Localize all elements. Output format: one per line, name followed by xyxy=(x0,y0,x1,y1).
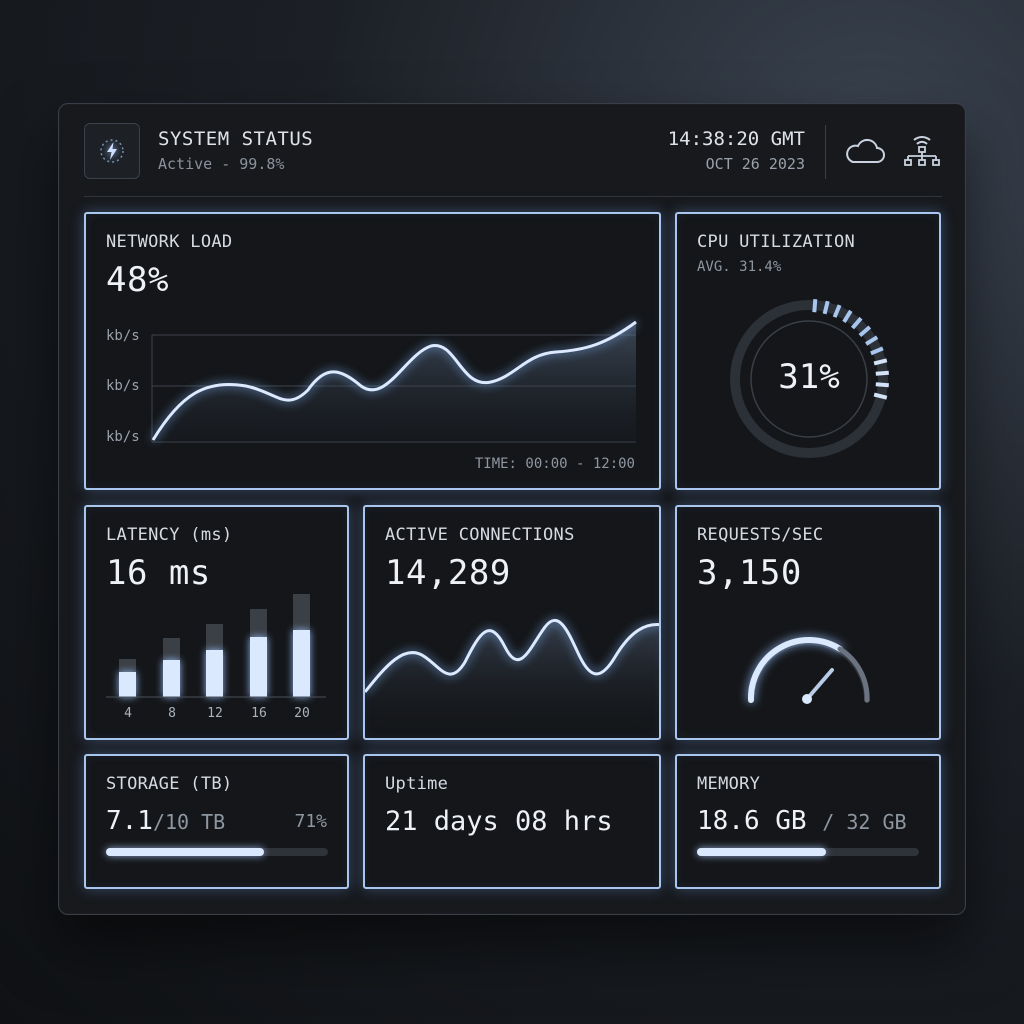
network-load-area xyxy=(153,322,636,442)
cpu-value: 31% xyxy=(778,357,840,397)
bar xyxy=(206,650,223,697)
memory-total: / 32 GB xyxy=(822,810,907,834)
gauge-hub xyxy=(802,694,812,704)
gauge-tick xyxy=(812,299,818,313)
connections-area xyxy=(365,620,659,738)
header-rule xyxy=(84,196,942,197)
bar xyxy=(119,672,136,697)
bar-label: 4 xyxy=(124,706,132,721)
memory-progress-fill xyxy=(697,848,826,856)
status-subtitle: Active - 99.8% xyxy=(158,155,285,173)
network-load-card[interactable]: NETWORK LOAD 48% kb/s kb/s kb/s TIME: 00… xyxy=(84,212,661,490)
bar xyxy=(250,637,267,697)
requests-card[interactable]: REQUESTS/SEC 3,150 xyxy=(675,505,941,740)
gauge-track xyxy=(748,639,870,703)
storage-progress-track xyxy=(106,848,328,856)
connections-chart xyxy=(365,618,659,738)
latency-card[interactable]: LATENCY (ms) 16 ms 4 8 12 16 20 xyxy=(84,505,349,740)
gauge-fill xyxy=(747,637,843,703)
bar-label: 8 xyxy=(168,706,176,721)
storage-total: /10 TB xyxy=(152,810,226,834)
memory-used: 18.6 GB xyxy=(697,806,807,836)
bar-label: 12 xyxy=(207,706,223,721)
bolt-icon xyxy=(100,139,124,163)
network-load-chart xyxy=(151,320,637,443)
memory-card[interactable]: MEMORY 18.6 GB / 32 GB xyxy=(675,754,941,889)
cpu-gauge xyxy=(730,299,889,458)
storage-percent: 71% xyxy=(294,811,327,832)
time-range-label: TIME: 00:00 - 12:00 xyxy=(474,456,635,472)
card-label: Uptime xyxy=(385,774,449,794)
cloud-icon[interactable] xyxy=(843,136,887,166)
bar-label: 20 xyxy=(294,706,310,721)
storage-card[interactable]: STORAGE (TB) 7.1/10 TB 71% xyxy=(84,754,349,889)
header-divider xyxy=(825,125,826,179)
clock-time: 14:38:20 GMT xyxy=(667,128,805,150)
bar xyxy=(293,630,310,697)
network-icon[interactable] xyxy=(902,134,942,168)
clock-date: OCT 26 2023 xyxy=(705,155,805,173)
bar xyxy=(163,660,180,697)
active-connections-card[interactable]: ACTIVE CONNECTIONS 14,289 xyxy=(363,505,661,740)
uptime-card[interactable]: Uptime 21 days 08 hrs xyxy=(363,754,661,889)
storage-used: 7.1 xyxy=(106,806,153,836)
gauge-needle xyxy=(805,668,834,701)
bar-label: 16 xyxy=(251,706,267,721)
card-label: MEMORY xyxy=(697,774,761,794)
uptime-value: 21 days 08 hrs xyxy=(385,806,613,837)
memory-progress-track xyxy=(697,848,919,856)
card-label: STORAGE (TB) xyxy=(106,774,233,794)
storage-progress-fill xyxy=(106,848,264,856)
system-status-badge[interactable] xyxy=(84,123,140,179)
page-title: SYSTEM STATUS xyxy=(158,128,314,150)
cpu-card[interactable]: CPU UTILIZATION AVG. 31.4% 31% xyxy=(675,212,941,490)
requests-gauge xyxy=(747,637,870,704)
